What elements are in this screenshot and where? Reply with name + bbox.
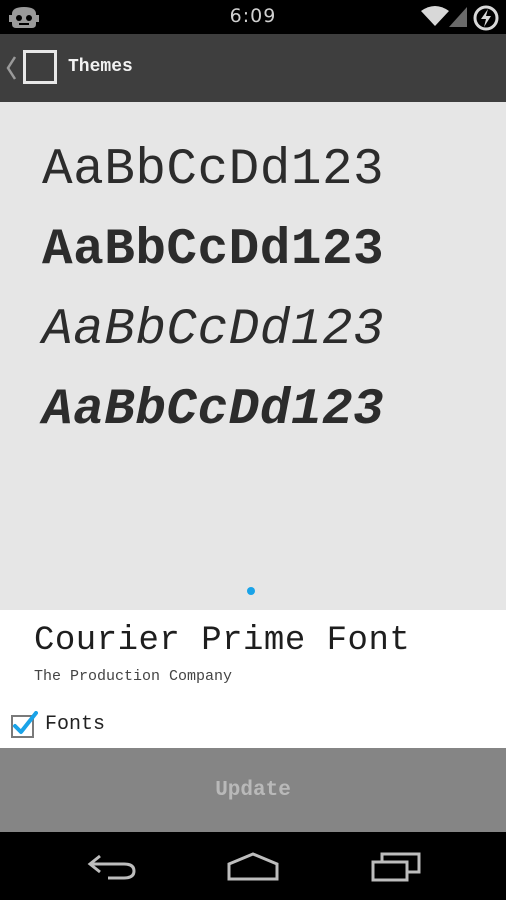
font-preview-pane[interactable]: AaBbCcDd123 AaBbCcDd123 AaBbCcDd123 AaBb…: [0, 102, 506, 610]
recents-icon[interactable]: [370, 850, 422, 882]
back-chevron-icon[interactable]: [5, 54, 17, 82]
action-bar: Themes: [0, 34, 506, 102]
fonts-checkbox[interactable]: [10, 711, 38, 739]
sample-regular: AaBbCcDd123: [42, 142, 385, 199]
battery-charging-icon: [473, 5, 499, 31]
theme-info-panel: Courier Prime Font The Production Compan…: [0, 610, 506, 748]
update-button-label: Update: [215, 778, 291, 802]
fonts-checkbox-label[interactable]: Fonts: [45, 713, 105, 736]
home-icon[interactable]: [226, 850, 280, 882]
update-button[interactable]: Update: [0, 748, 506, 832]
navigation-bar: [0, 832, 506, 900]
status-bar: 6:09: [0, 0, 506, 34]
signal-icon: [449, 7, 467, 27]
back-icon[interactable]: [86, 850, 138, 882]
sample-bold: AaBbCcDd123: [42, 222, 385, 279]
page-indicator-dot: [247, 587, 255, 595]
app-icon[interactable]: [23, 50, 57, 84]
sample-bold-italic: AaBbCcDd123: [42, 382, 385, 439]
sample-italic: AaBbCcDd123: [42, 302, 385, 359]
page-title: Themes: [68, 57, 133, 77]
wifi-icon: [421, 6, 449, 26]
theme-author: The Production Company: [34, 668, 233, 685]
theme-name: Courier Prime Font: [34, 622, 411, 660]
